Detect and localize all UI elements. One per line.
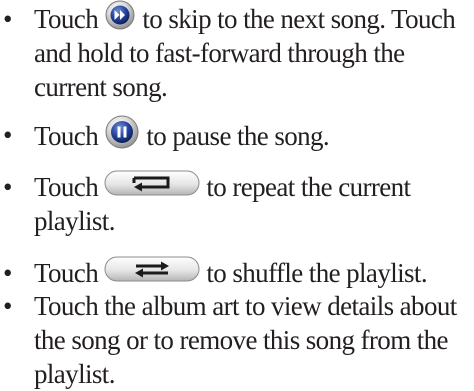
list-item-text: Touch to skip to the next song. Touch an… xyxy=(34,0,474,104)
text-line: Touch the album art to view details abou… xyxy=(34,291,457,321)
bullet-marker: • xyxy=(3,258,13,288)
text-line: playlist. xyxy=(34,206,115,236)
bullet-marker: • xyxy=(3,172,13,202)
list-item-text: Touch to shuffle the playlist. xyxy=(34,256,474,290)
list-item-text: Touch to repeat the current playlist. xyxy=(34,170,474,238)
text-line: current song. xyxy=(34,72,168,102)
text-line: Touch to repeat the current xyxy=(34,170,474,204)
bullet-marker: • xyxy=(3,120,13,150)
repeat-icon xyxy=(104,170,200,204)
skip-forward-icon xyxy=(104,0,136,38)
bullet-marker: • xyxy=(3,291,13,321)
list-item-text: Touch to pause the song. xyxy=(34,115,474,152)
pause-icon xyxy=(104,115,140,157)
text-line: the song or to remove this song from the xyxy=(34,325,449,355)
bullet-marker: • xyxy=(3,4,13,34)
shuffle-icon xyxy=(104,256,200,290)
text-line: Touch to shuffle the playlist. xyxy=(34,256,474,290)
text-line: Touch to skip to the next song. Touch xyxy=(34,0,474,38)
text-line: and hold to fast-forward through the xyxy=(34,38,405,68)
list-item-text: Touch the album art to view details abou… xyxy=(34,289,474,391)
text-line: Touch to pause the song. xyxy=(34,115,474,152)
